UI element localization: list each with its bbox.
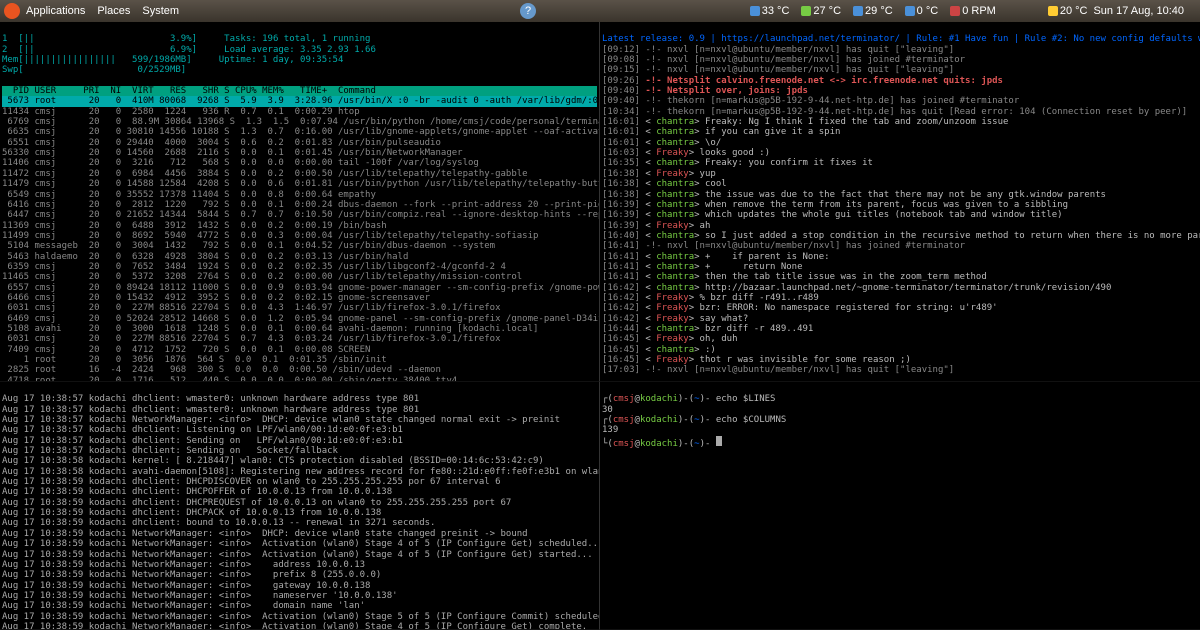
irc-log: [09:12] -!- nxvl [n=nxvl@ubuntu/member/n… bbox=[602, 45, 1198, 376]
shell-prompt: ┌(cmsj@kodachi)-(~)- echo $COLUMNS bbox=[602, 415, 786, 425]
syslog-output: Aug 17 10:38:57 kodachi dhclient: wmaste… bbox=[2, 394, 597, 630]
system-menu[interactable]: System bbox=[142, 5, 179, 18]
weather-temp: 20 °C bbox=[1048, 5, 1088, 18]
sensor-rpm: 0 RPM bbox=[950, 5, 996, 18]
terminal-pane-syslog[interactable]: Aug 17 10:38:57 kodachi dhclient: wmaste… bbox=[0, 382, 600, 630]
load-avg: Load average: 3.35 2.93 1.66 bbox=[224, 45, 376, 55]
irc-topic: Latest release: 0.9 | https://launchpad.… bbox=[602, 34, 1200, 44]
cpu-bar-1: 1 [|| 3.9%] bbox=[2, 34, 197, 44]
clock[interactable]: Sun 17 Aug, 10:40 bbox=[1093, 5, 1184, 18]
terminal-pane-irc[interactable]: Latest release: 0.9 | https://launchpad.… bbox=[600, 22, 1200, 382]
shell-output: 30 bbox=[602, 405, 613, 415]
shell-output: 139 bbox=[602, 425, 618, 435]
cpu-bar-2: 2 [|| 6.9%] bbox=[2, 45, 197, 55]
gnome-panel: Applications Places System -(cmsj@kodach… bbox=[0, 0, 1200, 22]
ubuntu-logo-icon[interactable] bbox=[4, 3, 20, 19]
terminal-pane-htop[interactable]: 1 [|| 3.9%] Tasks: 196 total, 1 running … bbox=[0, 22, 600, 382]
places-menu[interactable]: Places bbox=[97, 5, 130, 18]
tasks: Tasks: 196 total, 1 running bbox=[224, 34, 370, 44]
sensor-temp: 33 °C bbox=[750, 5, 790, 18]
terminal-pane-shell[interactable]: ┌(cmsj@kodachi)-(~)- echo $LINES 30 ┌(cm… bbox=[600, 382, 1200, 630]
applications-menu[interactable]: Applications bbox=[26, 5, 85, 18]
shell-prompt: ┌(cmsj@kodachi)-(~)- echo $LINES bbox=[602, 394, 775, 404]
mem-bar: Mem[||||||||||||||||| 599/1986MB] bbox=[2, 55, 192, 65]
swap-bar: Swp[ 0/2529MB] bbox=[2, 65, 186, 75]
htop-selected-row[interactable]: 5673 root 20 0 410M 80068 9268 S 5.9 3.9… bbox=[2, 96, 597, 106]
cursor-icon bbox=[716, 436, 722, 446]
sensor-temp: 29 °C bbox=[853, 5, 893, 18]
process-list[interactable]: 11434 cmsj 20 0 2580 1224 936 R 0.7 0.1 … bbox=[2, 107, 597, 382]
uptime: Uptime: 1 day, 09:35:54 bbox=[219, 55, 344, 65]
shell-prompt[interactable]: └(cmsj@kodachi)-(~)- bbox=[602, 439, 722, 449]
htop-header: PID USER PRI NI VIRT RES SHR S CPU% MEM%… bbox=[2, 86, 597, 96]
sensor-temp: 0 °C bbox=[905, 5, 939, 18]
help-icon[interactable]: ? bbox=[520, 3, 536, 19]
sensor-temp: 27 °C bbox=[801, 5, 841, 18]
